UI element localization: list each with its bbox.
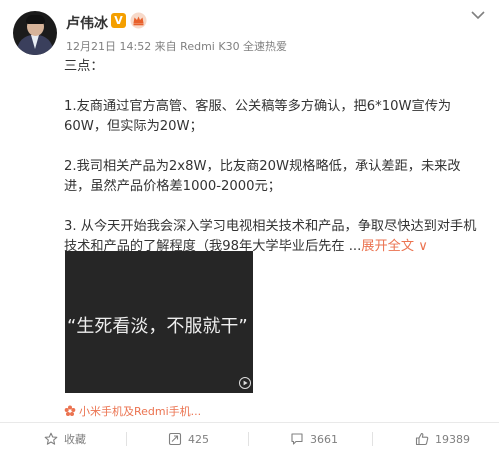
action-separator [126, 432, 127, 446]
post-meta: 12月21日 14:52 来自 Redmi K30 全速热爱 [66, 40, 288, 53]
play-icon [239, 377, 251, 389]
action-separator [372, 432, 373, 446]
chevron-down-icon[interactable] [471, 10, 485, 20]
avatar[interactable] [13, 11, 57, 55]
repost-button[interactable]: 425 [168, 429, 209, 449]
post-paragraph-2: 2.我司相关产品为2x8W，比友商20W规格略低，承认差距，未来改进，虽然产品价… [64, 159, 461, 194]
expand-full-text-link[interactable]: 展开全文 ∨ [361, 239, 428, 254]
post-content: 三点： 1.友商通过官方高管、客服、公关稿等多方确认，把6*10W宣传为60W，… [64, 57, 482, 257]
action-separator [248, 432, 249, 446]
thumbs-up-icon [415, 432, 429, 446]
avatar-hair [26, 15, 45, 24]
topic-link[interactable]: 小米手机及Redmi手机... [64, 403, 201, 419]
star-icon [44, 432, 58, 445]
repost-icon [168, 432, 182, 446]
favorite-button[interactable]: 收藏 [44, 429, 86, 449]
comment-button[interactable]: 3661 [290, 429, 338, 449]
comment-count: 3661 [310, 432, 338, 446]
crown-badge-icon [130, 12, 147, 29]
favorite-label: 收藏 [64, 433, 86, 446]
username[interactable]: 卢伟冰 [66, 13, 108, 33]
like-count: 19389 [435, 432, 470, 446]
repost-count: 425 [188, 432, 209, 446]
verified-icon: V [111, 13, 126, 28]
action-bar-divider [0, 422, 499, 423]
topic-flower-icon [64, 405, 76, 416]
expand-label: 展开全文 [361, 239, 415, 254]
like-button[interactable]: 19389 [415, 429, 470, 449]
topic-label: 小米手机及Redmi手机... [79, 405, 202, 418]
expand-chevron-icon: ∨ [418, 239, 428, 254]
comment-icon [291, 433, 303, 445]
video-thumbnail[interactable]: “生死看淡，不服就干” [65, 251, 253, 393]
post-intro: 三点： [64, 59, 104, 74]
post-paragraph-1: 1.友商通过官方高管、客服、公关稿等多方确认，把6*10W宣传为60W，但实际为… [64, 99, 452, 134]
video-caption: “生死看淡，不服就干” [67, 316, 248, 337]
